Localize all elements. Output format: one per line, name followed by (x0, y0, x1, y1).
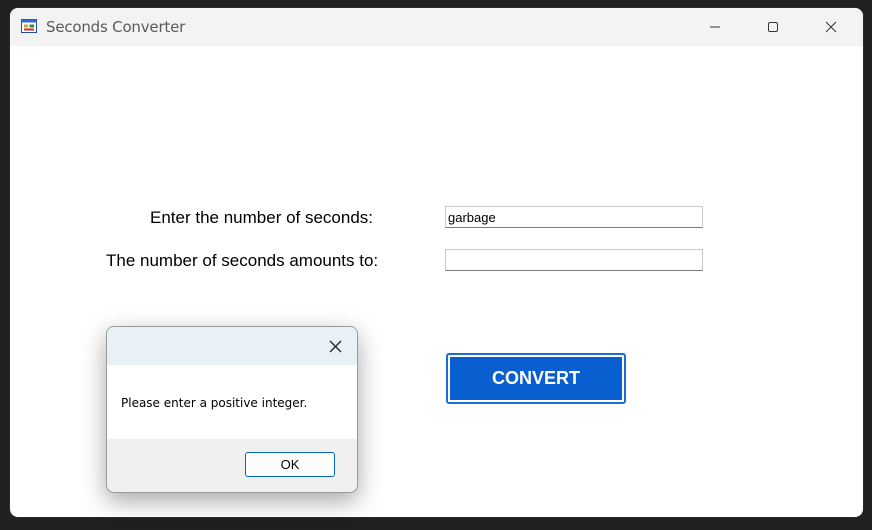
seconds-input[interactable]: garbage (445, 206, 703, 228)
message-box-body: Please enter a positive integer. (107, 365, 357, 439)
message-box: Please enter a positive integer. OK (106, 326, 358, 493)
message-text: Please enter a positive integer. (121, 396, 308, 410)
message-box-title-bar[interactable] (107, 327, 357, 365)
close-icon (329, 340, 341, 352)
windows-form-icon (21, 19, 37, 33)
maximize-icon (768, 22, 778, 32)
minimize-button[interactable] (686, 8, 744, 46)
convert-button-label: CONVERT (450, 357, 622, 400)
close-icon (825, 21, 837, 33)
close-button[interactable] (802, 8, 860, 46)
window-title: Seconds Converter (46, 18, 186, 36)
message-box-close-button[interactable] (321, 335, 349, 357)
result-output[interactable] (445, 249, 703, 271)
maximize-button[interactable] (744, 8, 802, 46)
minimize-icon (710, 26, 720, 28)
ok-button[interactable]: OK (245, 452, 335, 477)
result-label: The number of seconds amounts to: (106, 251, 379, 270)
convert-button[interactable]: CONVERT (446, 353, 626, 404)
seconds-label: Enter the number of seconds: (150, 208, 374, 227)
title-bar[interactable]: Seconds Converter (10, 8, 863, 46)
